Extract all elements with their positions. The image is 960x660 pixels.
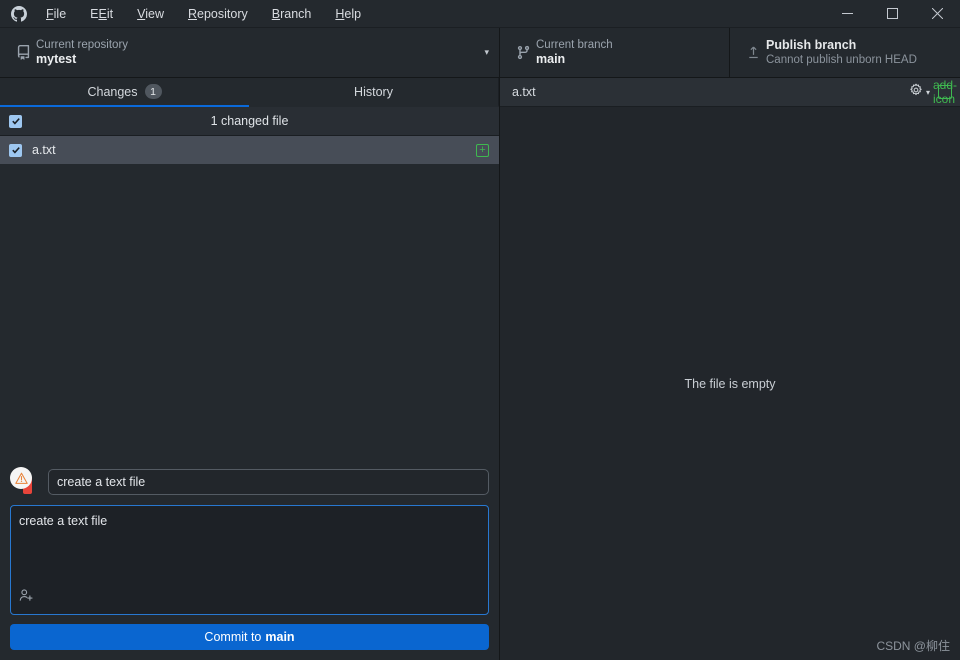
- github-desktop-window: File EEit View Repository Branch Help Cu…: [0, 0, 960, 660]
- changed-files-list[interactable]: a.txt +: [0, 136, 499, 459]
- tab-history-label: History: [354, 84, 393, 99]
- commit-summary-input[interactable]: [48, 469, 489, 495]
- repository-label: Current repository: [36, 38, 129, 51]
- menu-branch-accel: B: [271, 6, 281, 21]
- commit-form: create a text file Commit to main: [0, 459, 499, 660]
- diff-header: a.txt ▾ add-icon: [500, 78, 960, 107]
- sidebar-tabs: Changes 1 History: [0, 78, 499, 107]
- add-icon[interactable]: add-icon: [933, 78, 957, 106]
- close-button[interactable]: [915, 0, 960, 28]
- gear-icon: [909, 83, 923, 102]
- branch-label: Current branch: [536, 38, 613, 51]
- toolbar: Current repository mytest ▾ Current bran…: [0, 28, 960, 78]
- commit-description-text: create a text file: [19, 514, 108, 528]
- maximize-button[interactable]: [870, 0, 915, 28]
- commit-button-prefix: Commit to: [204, 630, 262, 644]
- avatar: [10, 467, 40, 497]
- repository-text: Current repository mytest: [36, 38, 128, 68]
- upload-icon: [740, 45, 766, 60]
- menu-repository-accel: R: [187, 6, 198, 21]
- menu-edit[interactable]: EEit: [78, 3, 125, 25]
- window-controls: [825, 0, 960, 28]
- changed-files-header: 1 changed file: [0, 107, 499, 136]
- diff-actions: ▾ add-icon: [909, 78, 957, 106]
- current-repository-button[interactable]: Current repository mytest ▾: [0, 28, 500, 77]
- tab-changes-label: Changes: [87, 84, 138, 99]
- publish-branch-button[interactable]: Publish branch Cannot publish unborn HEA…: [730, 28, 960, 77]
- commit-button-branch: main: [265, 630, 295, 644]
- commit-to-main-button[interactable]: Commit to main: [10, 624, 489, 650]
- file-checkbox-a-txt[interactable]: [9, 143, 22, 157]
- menu-help-rest: elp: [344, 6, 362, 21]
- menu-view-accel: V: [137, 6, 146, 21]
- diff-settings-button[interactable]: ▾: [909, 83, 930, 102]
- diff-content: The file is empty CSDN @柳住: [500, 107, 960, 660]
- menu-file-rest: ile: [53, 6, 67, 21]
- minimize-button[interactable]: [825, 0, 870, 28]
- tab-changes-badge: 1: [144, 84, 162, 99]
- menu-branch[interactable]: Branch: [260, 3, 324, 25]
- select-all-checkbox[interactable]: [9, 114, 22, 128]
- publish-text: Publish branch Cannot publish unborn HEA…: [766, 38, 917, 68]
- menu-help[interactable]: Help: [323, 3, 373, 25]
- title-bar: File EEit View Repository Branch Help: [0, 0, 960, 28]
- git-branch-icon: [510, 45, 536, 60]
- menu-edit-rest: it: [106, 6, 114, 21]
- publish-title: Publish branch: [766, 37, 857, 52]
- chevron-down-icon: ▾: [484, 47, 489, 57]
- commit-description-box[interactable]: create a text file: [10, 505, 489, 615]
- menu-view[interactable]: View: [125, 3, 176, 25]
- diff-panel: a.txt ▾ add-icon The file is empty CSDN …: [500, 78, 960, 660]
- tab-changes[interactable]: Changes 1: [0, 78, 249, 107]
- publish-subtitle: Cannot publish unborn HEAD: [766, 54, 917, 67]
- menu-repository[interactable]: Repository: [176, 3, 260, 25]
- file-name-a-txt: a.txt: [32, 143, 56, 157]
- github-logo-icon: [0, 5, 34, 22]
- menu-file[interactable]: File: [34, 3, 78, 25]
- branch-text: Current branch main: [536, 38, 613, 68]
- file-row-a-txt[interactable]: a.txt +: [0, 136, 499, 164]
- file-status-new-icon: +: [476, 143, 489, 157]
- person-add-icon[interactable]: [19, 588, 34, 608]
- menu-repository-rest: epository: [197, 6, 248, 21]
- chevron-down-icon: ▾: [925, 87, 930, 97]
- changed-files-count: 1 changed file: [210, 114, 289, 128]
- warning-triangle-icon: [10, 467, 32, 489]
- menu-view-rest: iew: [145, 6, 164, 21]
- empty-file-message: The file is empty: [684, 376, 776, 391]
- tab-history[interactable]: History: [249, 78, 499, 107]
- menu-edit-pre: E: [90, 6, 99, 21]
- commit-summary-row: [10, 467, 489, 497]
- watermark: CSDN @柳住: [876, 639, 950, 653]
- main-body: Changes 1 History 1 changed file a.txt +…: [0, 78, 960, 660]
- menu-file-accel: F: [46, 6, 54, 21]
- diff-file-name: a.txt: [512, 85, 536, 99]
- repository-value: mytest: [36, 51, 77, 66]
- branch-value: main: [536, 51, 566, 66]
- menu-bar: File EEit View Repository Branch Help: [34, 3, 373, 25]
- current-branch-button[interactable]: Current branch main: [500, 28, 730, 77]
- repo-icon: [10, 45, 36, 60]
- menu-edit-accel: E: [98, 6, 107, 21]
- menu-branch-rest: ranch: [280, 6, 312, 21]
- changes-sidebar: Changes 1 History 1 changed file a.txt +…: [0, 78, 500, 660]
